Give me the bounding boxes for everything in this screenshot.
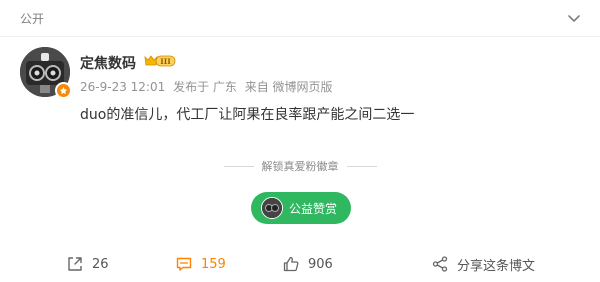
reward-avatar [261,197,283,219]
post-location: 发布于 广东 [173,80,237,94]
post-timestamp[interactable]: 26-9-23 12:01 [80,80,165,94]
vip-crown-icon[interactable]: III [143,53,177,69]
unlock-divider-left [223,165,254,167]
action-bar: 26 159 906 分享这条博文 [0,252,600,276]
unlock-text[interactable]: 解锁真爱粉徽章 [262,158,339,174]
like-icon [283,256,299,272]
header-divider [0,36,600,37]
vip-level-text: III [160,57,171,66]
comment-count: 159 [201,256,226,272]
reward-button[interactable]: 公益赞赏 [251,192,351,224]
share-button[interactable]: 分享这条博文 [431,252,535,276]
author-avatar[interactable] [20,47,72,99]
forward-count: 26 [92,256,109,272]
like-count: 906 [308,256,333,272]
comment-icon [176,257,192,271]
unlock-divider-right [346,165,377,167]
unlock-fan-badge[interactable]: 解锁真爱粉徽章 [0,158,600,174]
avatar-badge-icon [55,82,72,99]
share-label: 分享这条博文 [457,258,536,274]
author-name[interactable]: 定焦数码 [80,53,136,73]
comment-button[interactable]: 159 [175,252,226,276]
reward-label: 公益赞赏 [289,201,338,216]
post-source: 来自 微博网页版 [244,80,333,94]
visibility-label: 公开 [20,12,45,26]
like-button[interactable]: 906 [282,252,333,276]
forward-icon [68,257,82,271]
forward-button[interactable]: 26 [66,252,109,276]
chevron-down-icon[interactable] [566,10,582,26]
post-meta: 26-9-23 12:01 发布于 广东 来自 微博网页版 [80,78,337,95]
post-content: duo的准信儿，代工厂让阿果在良率跟产能之间二选一 [80,107,415,123]
share-icon [432,256,448,272]
post-header-bar: 公开 [0,0,600,36]
